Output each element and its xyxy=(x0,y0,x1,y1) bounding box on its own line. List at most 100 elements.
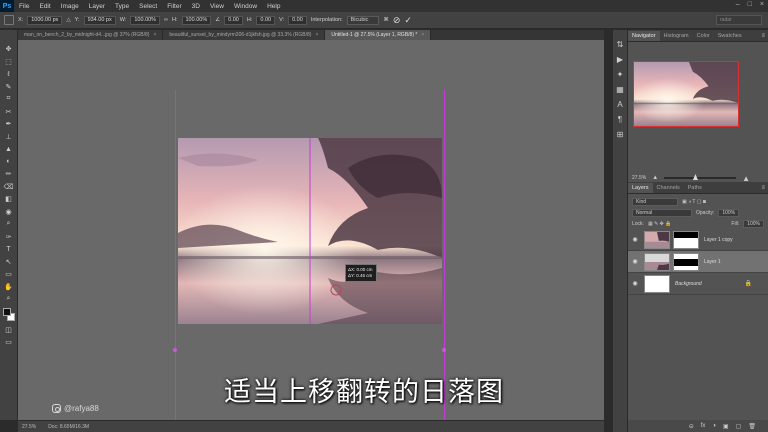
close-icon[interactable]: × xyxy=(315,32,318,38)
menu-file[interactable]: File xyxy=(14,3,34,10)
layer-mask-thumbnail[interactable] xyxy=(673,230,699,249)
tab-navigator[interactable]: Navigator xyxy=(628,31,660,41)
layer-row-background[interactable]: ◉ Background 🔒 xyxy=(628,273,768,295)
panel-menu-icon[interactable]: ≡ xyxy=(761,33,765,39)
tab-layers[interactable]: Layers xyxy=(628,183,653,193)
move-tool-icon[interactable]: ✥ xyxy=(2,44,16,55)
doc-tab-1[interactable]: man_on_bench_2_by_midnight-d4...jpg @ 37… xyxy=(18,30,164,40)
add-mask-icon[interactable]: ◑ xyxy=(712,423,716,429)
doc-tab-2[interactable]: beautiful_sunset_by_mindyrm306-d1jkfsh.j… xyxy=(163,30,326,40)
eyedropper-tool-icon[interactable]: ✒ xyxy=(2,119,16,130)
visibility-eye-icon[interactable]: ◉ xyxy=(628,258,642,265)
dodge-tool-icon[interactable]: ◉ xyxy=(2,207,16,218)
menu-3d[interactable]: 3D xyxy=(187,3,205,10)
fx-icon[interactable]: fx xyxy=(701,423,706,429)
zoom-slider[interactable] xyxy=(664,174,737,180)
foreground-color-swatch[interactable] xyxy=(2,307,11,316)
layer-mask-thumbnail[interactable] xyxy=(673,252,699,271)
adjustment-layer-icon[interactable]: ▣ xyxy=(723,423,729,430)
warp-icon[interactable]: ⌘ xyxy=(383,17,389,23)
opacity-field[interactable]: 100% xyxy=(718,208,740,217)
vertical-guide-left[interactable] xyxy=(175,90,176,420)
adjustments-icon[interactable]: ✦ xyxy=(617,70,624,79)
properties-icon[interactable]: ▦ xyxy=(616,85,624,94)
shape-tool-icon[interactable]: ▭ xyxy=(2,269,16,280)
tab-histogram[interactable]: Histogram xyxy=(660,31,693,41)
blur-tool-icon[interactable]: ⌕ xyxy=(2,219,16,230)
angle-field[interactable]: 0.00 xyxy=(224,15,243,25)
trash-icon[interactable]: 🗑 xyxy=(748,423,756,430)
healing-tool-icon[interactable]: ⊥ xyxy=(2,132,16,143)
play-actions-icon[interactable]: ▶ xyxy=(617,55,623,64)
h-skew-field[interactable]: 0.00 xyxy=(256,15,276,25)
minimize-button[interactable]: – xyxy=(736,1,740,8)
visibility-eye-icon[interactable]: ◉ xyxy=(628,280,642,287)
menu-select[interactable]: Select xyxy=(134,3,162,10)
history-icon[interactable]: ⇅ xyxy=(617,40,624,49)
doc-tab-3[interactable]: Untitled-1 @ 27.5% (Layer 1, RGB/8) * × xyxy=(325,30,432,40)
character-icon[interactable]: A xyxy=(617,100,622,109)
zoom-slider-knob[interactable] xyxy=(692,174,698,180)
v-skew-field[interactable]: 0.00 xyxy=(288,15,307,25)
zoom-readout[interactable]: 27.5% xyxy=(22,424,36,430)
quick-mask-icon[interactable]: ◫ xyxy=(2,325,16,336)
menu-layer[interactable]: Layer xyxy=(84,3,110,10)
menu-help[interactable]: Help xyxy=(262,3,285,10)
lock-icons[interactable]: ▦ ✎ ✥ 🔒 xyxy=(648,221,672,227)
canvas-area[interactable]: ΔX: 0.00 cm ΔY: 0.46 cm xyxy=(18,40,604,420)
navigator-preview[interactable] xyxy=(633,61,739,127)
menu-type[interactable]: Type xyxy=(110,3,134,10)
commit-transform-icon[interactable]: ✓ xyxy=(404,15,412,26)
tab-paths[interactable]: Paths xyxy=(684,183,706,193)
clone-stamp-tool-icon[interactable]: ▲ xyxy=(2,144,16,155)
height-field[interactable]: 100.00% xyxy=(181,15,212,25)
navigator-zoom-value[interactable]: 27.5% xyxy=(632,175,646,181)
new-layer-icon[interactable]: ▢ xyxy=(736,423,742,430)
interpolation-select[interactable]: Bicubic xyxy=(346,15,380,25)
search-input[interactable]: radar xyxy=(716,15,762,25)
visibility-eye-icon[interactable]: ◉ xyxy=(628,236,642,243)
cancel-transform-icon[interactable]: ⊘ xyxy=(393,15,401,26)
libraries-icon[interactable]: ⊞ xyxy=(617,130,624,139)
layer-row-layer-1-copy[interactable]: ◉ Layer 1 copy xyxy=(628,229,768,251)
zoom-out-icon[interactable]: ▲ xyxy=(652,175,658,181)
menu-view[interactable]: View xyxy=(205,3,229,10)
panel-menu-icon[interactable]: ≡ xyxy=(761,185,765,191)
x-position-field[interactable]: 1000.00 px xyxy=(27,15,63,25)
zoom-tool-icon[interactable]: ⌕ xyxy=(2,294,16,305)
gradient-tool-icon[interactable]: ◧ xyxy=(2,194,16,205)
screen-mode-icon[interactable]: ▭ xyxy=(2,337,16,348)
crop-tool-icon[interactable]: ⌗ xyxy=(2,94,16,105)
quick-select-tool-icon[interactable]: ✎ xyxy=(2,82,16,93)
width-field[interactable]: 100.00% xyxy=(130,15,161,25)
menu-window[interactable]: Window xyxy=(229,3,262,10)
kind-filter-select[interactable]: Kind xyxy=(632,197,678,206)
sunset-artwork[interactable] xyxy=(178,138,442,324)
layer-row-layer-1[interactable]: ◉ Layer 1 xyxy=(628,251,768,273)
tab-swatches[interactable]: Swatches xyxy=(714,31,746,41)
tab-channels[interactable]: Channels xyxy=(653,183,684,193)
close-icon[interactable]: × xyxy=(421,32,424,38)
link-layers-icon[interactable]: ⊝ xyxy=(689,423,694,430)
path-select-tool-icon[interactable]: ↖ xyxy=(2,257,16,268)
hand-tool-icon[interactable]: ✋ xyxy=(2,282,16,293)
menu-edit[interactable]: Edit xyxy=(34,3,55,10)
maximize-button[interactable]: □ xyxy=(748,1,752,8)
slice-tool-icon[interactable]: ✂ xyxy=(2,107,16,118)
type-tool-icon[interactable]: T xyxy=(2,244,16,255)
history-brush-tool-icon[interactable]: ◐ xyxy=(2,157,16,168)
close-icon[interactable]: × xyxy=(153,32,156,38)
eraser-tool-icon[interactable]: ⌫ xyxy=(2,182,16,193)
brush-tool-icon[interactable]: ✏ xyxy=(2,169,16,180)
menu-image[interactable]: Image xyxy=(56,3,84,10)
menu-filter[interactable]: Filter xyxy=(162,3,186,10)
paragraph-icon[interactable]: ¶ xyxy=(618,115,622,124)
filter-icons[interactable]: ▣ ◑ T ▢ ◙ xyxy=(682,199,706,205)
reference-point-icon[interactable] xyxy=(4,15,14,25)
pen-tool-icon[interactable]: ✑ xyxy=(2,232,16,243)
marquee-tool-icon[interactable]: ⬚ xyxy=(2,57,16,68)
link-icon[interactable]: ∞ xyxy=(164,17,168,23)
lasso-tool-icon[interactable]: ℓ xyxy=(2,69,16,80)
blend-mode-select[interactable]: Normal xyxy=(632,208,692,217)
fill-field[interactable]: 100% xyxy=(743,219,764,228)
